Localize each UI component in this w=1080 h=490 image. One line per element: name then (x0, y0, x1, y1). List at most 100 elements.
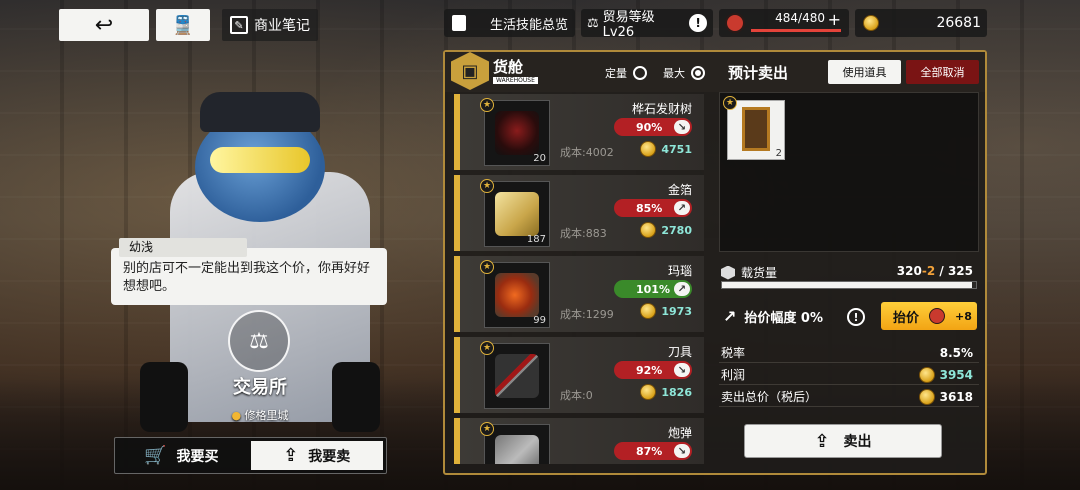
back-arrow-icon: ↩ (94, 12, 114, 38)
trend-down-icon: ↘ (674, 363, 690, 377)
item-name: 桦石发财树 (631, 102, 692, 116)
train-button[interactable]: 🚆 (156, 9, 210, 41)
trade-level-chip[interactable]: ⚖ 贸易等级Lv26 ! (581, 9, 713, 40)
tax-row: 税率 8.5% (719, 343, 979, 363)
item-percent-value: 85% (636, 201, 663, 215)
cargo-item[interactable]: ★ 炮弹 87% ↘ (454, 418, 704, 464)
trade-level-label: 贸易等级Lv26 (602, 10, 655, 40)
mode-fixed-radio[interactable]: 定量 (605, 65, 647, 81)
tab-sell[interactable]: ⇪ 我要卖 (250, 441, 383, 470)
item-cost: 成本:4002 (560, 146, 614, 159)
cargo-item[interactable]: ★ 刀具 92% ↘ 成本:0 1826 (454, 337, 704, 413)
gold-value: 26681 (936, 15, 981, 31)
info-icon[interactable]: ! (689, 14, 707, 32)
item-cost: 成本:1299 (560, 308, 614, 321)
mode-fixed-label: 定量 (605, 67, 627, 80)
use-item-button[interactable]: 使用道具 (828, 60, 901, 84)
character-wheel-left (140, 362, 188, 432)
item-price: 1973 (640, 303, 692, 319)
location-pin-icon: ● (231, 409, 242, 422)
cargo-item[interactable]: 187 ★ 金箔 85% ↗ 成本:883 2780 (454, 175, 704, 251)
trend-up-icon: ↗ (723, 307, 737, 326)
star-icon: ★ (480, 341, 494, 355)
total-label: 卖出总价（税后） (721, 390, 818, 404)
sale-slot-qty: 2 (775, 148, 782, 159)
item-qty: 99 (533, 315, 546, 326)
item-price-value: 1973 (661, 304, 692, 318)
item-art (495, 192, 539, 236)
item-price-value: 2780 (661, 223, 692, 237)
cargo-list: 20 ★ 桦石发财树 90% ↘ 成本:4002 4751 187 ★ 金箔 8… (454, 94, 704, 464)
tab-buy[interactable]: 🛒 我要买 (115, 438, 248, 473)
back-button[interactable]: ↩ (59, 9, 149, 41)
expected-sale-title: 预计卖出 (728, 64, 789, 82)
warehouse-subtitle: WAREHOUSE (493, 77, 538, 84)
sale-grid: ★ 2 (719, 92, 979, 252)
item-percent-value: 87% (636, 444, 663, 458)
item-name: 炮弹 (667, 426, 692, 440)
document-icon (452, 15, 466, 31)
item-price-value: 1826 (661, 385, 692, 399)
trend-down-icon: ↘ (674, 444, 690, 458)
sale-slot[interactable]: ★ 2 (723, 96, 785, 160)
cancel-all-button[interactable]: 全部取消 (906, 60, 979, 84)
business-notes-label: 商业笔记 (254, 18, 310, 34)
item-price-percent: 92% ↘ (614, 361, 692, 379)
notes-icon: ✎ (230, 16, 248, 34)
trend-up-icon: ↗ (674, 201, 690, 215)
cargo-icon (721, 265, 735, 280)
item-qty: 187 (526, 234, 546, 245)
sell-button[interactable]: ⇪ 卖出 (744, 424, 942, 458)
stamina-icon (929, 308, 946, 324)
station-location: ● 修格里城 (200, 407, 320, 423)
dialogue-text: 别的店可不一定能出到我这个价，你再好好想想吧。 (123, 261, 371, 294)
item-price-percent: 101% ↗ (614, 280, 692, 298)
haggle-button[interactable]: 抬价 +8 (881, 302, 977, 330)
stamina-bar (751, 29, 841, 32)
sell-button-label: 卖出 (843, 434, 872, 450)
mode-max-radio[interactable]: 最大 (663, 65, 705, 81)
item-name: 刀具 (667, 345, 692, 359)
business-notes-button[interactable]: ✎ 商业笔记 (222, 9, 318, 41)
item-thumbnail (484, 343, 550, 409)
trend-down-icon: ↘ (674, 120, 690, 134)
coin-icon (640, 141, 657, 157)
stamina-icon (725, 13, 745, 33)
item-price-percent: 85% ↗ (614, 199, 692, 217)
item-percent-value: 90% (636, 120, 663, 134)
item-percent-value: 101% (636, 282, 670, 296)
haggle-button-label: 抬价 (893, 310, 920, 326)
capacity-label: 载货量 (741, 266, 778, 280)
profit-label: 利润 (721, 368, 746, 382)
painting-item-art (742, 107, 770, 151)
star-icon: ★ (480, 422, 494, 436)
life-skills-button[interactable]: 生活技能总览 (444, 9, 575, 37)
character-visor (210, 147, 310, 173)
item-thumbnail: 187 (484, 181, 550, 247)
tab-sell-label: 我要卖 (308, 448, 351, 465)
coin-icon (640, 222, 657, 238)
trading-post-emblem: ⚖ (228, 310, 290, 372)
profit-value: 3954 (939, 367, 973, 382)
tab-buy-label: 我要买 (176, 448, 219, 465)
item-price-value: 4751 (661, 142, 692, 156)
item-art (495, 354, 539, 398)
star-icon: ★ (723, 96, 737, 110)
haggle-label: 抬价幅度 0% (744, 311, 824, 326)
coin-icon (640, 303, 657, 319)
haggle-info-icon[interactable]: ! (847, 308, 865, 326)
radio-circle (633, 66, 647, 80)
scales-icon: ⚖ (587, 15, 599, 31)
capacity-bar-fill (722, 282, 973, 288)
item-qty: 20 (533, 153, 546, 164)
tax-value: 8.5% (939, 345, 973, 360)
upload-icon: ⇪ (283, 445, 299, 466)
trade-panel: ▣ 货舱 WAREHOUSE 定量 最大 预计卖出 使用道具 全部取消 20 ★… (443, 50, 987, 475)
capacity-bar (721, 281, 977, 289)
add-stamina-button[interactable]: + (828, 10, 841, 29)
haggle-cost: +8 (955, 309, 972, 323)
cargo-item[interactable]: 20 ★ 桦石发财树 90% ↘ 成本:4002 4751 (454, 94, 704, 170)
total-value-wrap: 3618 (918, 388, 973, 405)
cargo-item[interactable]: 99 ★ 玛瑙 101% ↗ 成本:1299 1973 (454, 256, 704, 332)
item-thumbnail: 99 (484, 262, 550, 328)
